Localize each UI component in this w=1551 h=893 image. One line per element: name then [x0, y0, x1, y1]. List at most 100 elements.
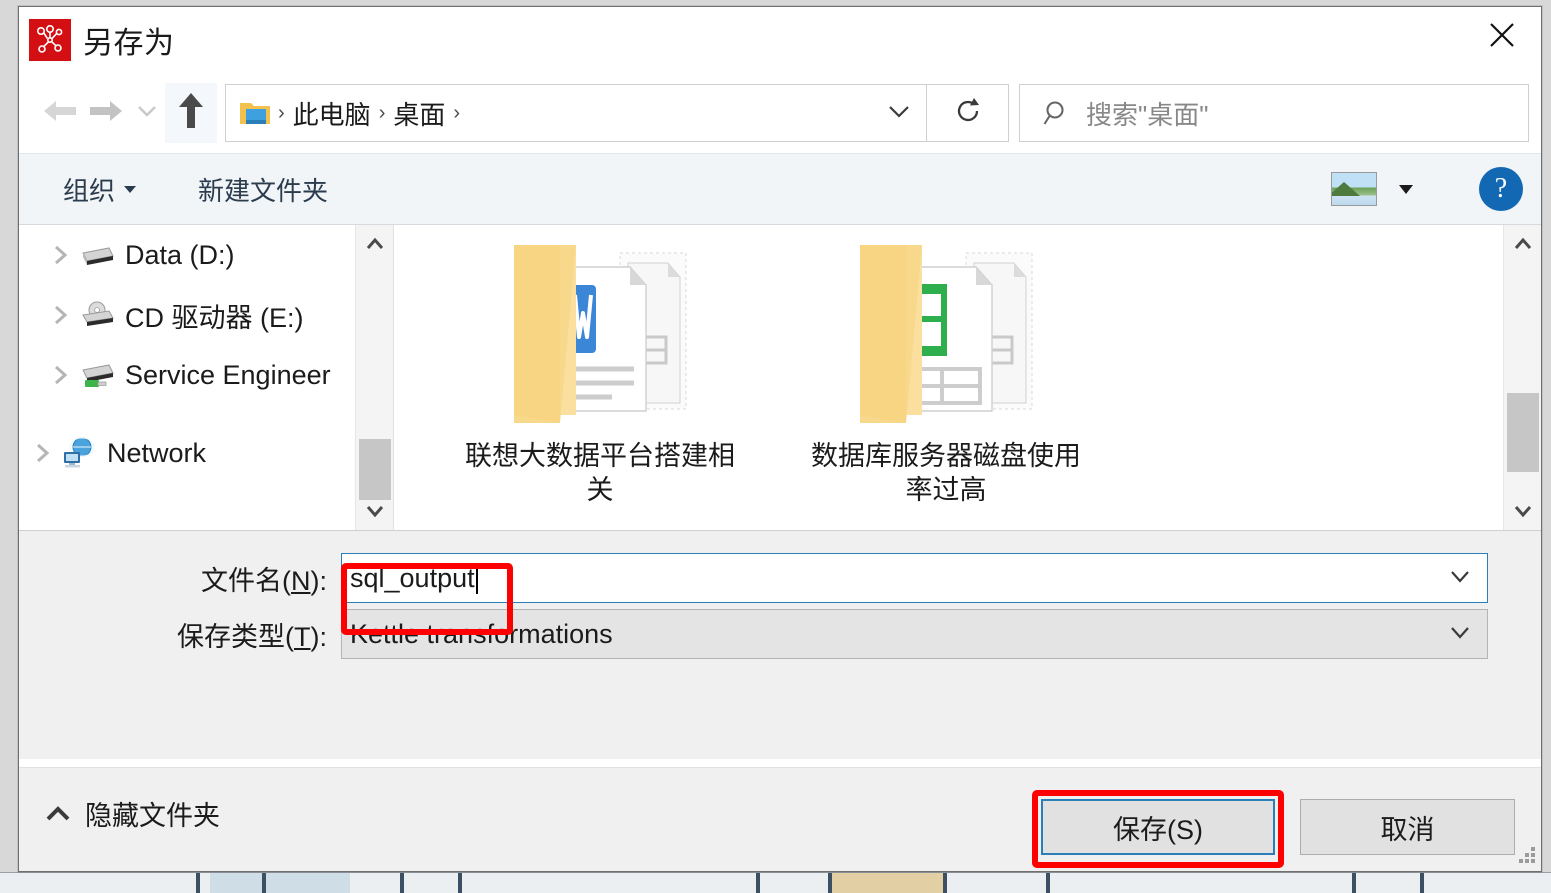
kettle-logo-icon [29, 19, 71, 61]
sidebar-item-label: Data (D:) [125, 239, 235, 270]
dialog-content: Data (D:) CD 驱动器 (E:) Service Engineer N… [19, 225, 1541, 531]
back-arrow-icon [40, 96, 80, 131]
recent-locations-button[interactable] [129, 90, 165, 136]
help-icon[interactable]: ? [1479, 167, 1523, 211]
bg-tick [828, 873, 832, 893]
bg-tick [196, 873, 200, 893]
filetype-value: Kettle transformations [350, 618, 613, 649]
list-item[interactable]: 数据库服务器磁盘使用率过高 [802, 233, 1090, 507]
close-button[interactable] [1463, 7, 1541, 63]
list-item[interactable]: 联想大数据平台搭建相关 [456, 233, 744, 507]
breadcrumb-item-desktop[interactable]: 桌面 [387, 95, 451, 132]
filetype-select[interactable]: Kettle transformations [341, 609, 1488, 659]
refresh-icon [952, 95, 984, 132]
up-arrow-icon [176, 90, 206, 137]
resize-grip-icon[interactable] [1517, 845, 1535, 863]
hard-drive-icon [75, 240, 121, 270]
breadcrumb-item-this-pc[interactable]: 此电脑 [287, 95, 377, 132]
scrollbar-thumb[interactable] [1507, 392, 1539, 473]
bg-tick [1046, 873, 1050, 893]
form-area: 文件名(N): sql_output 保存类型(T): Kettle trans… [19, 531, 1541, 759]
file-list-pane[interactable]: 联想大数据平台搭建相关 数据库服务器磁盘使用率过高 [394, 225, 1541, 530]
navigation-pane: Data (D:) CD 驱动器 (E:) Service Engineer N… [19, 225, 394, 530]
chevron-right-icon[interactable] [45, 303, 75, 327]
sidebar-item-label: CD 驱动器 (E:) [125, 302, 304, 333]
chevron-down-icon [135, 102, 159, 125]
cd-drive-icon [75, 299, 121, 331]
hide-folders-label: 隐藏文件夹 [85, 801, 220, 831]
dialog-titlebar: 另存为 [19, 7, 1541, 73]
chevron-right-icon[interactable] [45, 363, 75, 387]
bg-tick [1352, 873, 1356, 893]
filename-dropdown-button[interactable] [1433, 567, 1487, 590]
filename-value: sql_output [350, 562, 475, 593]
text-cursor [475, 562, 478, 594]
picture-view-icon[interactable] [1331, 172, 1377, 206]
search-placeholder: 搜索"桌面" [1086, 99, 1209, 130]
forward-button[interactable] [83, 90, 129, 136]
chevron-right-icon[interactable] [45, 243, 75, 267]
scroll-up-icon[interactable] [1504, 225, 1541, 263]
navigation-pane-scrollbar[interactable] [355, 225, 393, 530]
bg-pane [828, 873, 943, 893]
sidebar-item-network[interactable]: Network [19, 423, 393, 483]
scroll-up-icon[interactable] [356, 225, 393, 263]
back-button[interactable] [37, 90, 83, 136]
command-bar-right: ? [1331, 167, 1523, 211]
filename-input[interactable]: sql_output [341, 553, 1488, 603]
breadcrumb-separator: › [378, 101, 386, 124]
file-grid: 联想大数据平台搭建相关 数据库服务器磁盘使用率过高 [394, 225, 1541, 507]
organize-label: 组织 [63, 175, 116, 206]
new-folder-button[interactable]: 新建文件夹 [198, 171, 328, 208]
usb-drive-icon [75, 359, 121, 391]
file-list-scrollbar[interactable] [1503, 225, 1541, 530]
refresh-button[interactable] [927, 84, 1009, 142]
list-item-label: 联想大数据平台搭建相关 [465, 441, 735, 506]
sidebar-item-label: Service Engineer [125, 359, 331, 390]
scroll-down-icon[interactable] [1504, 492, 1541, 530]
address-bar[interactable]: › 此电脑 › 桌面 › [225, 84, 927, 142]
bg-tick [458, 873, 462, 893]
chevron-right-icon[interactable] [27, 441, 57, 465]
chevron-down-icon [886, 102, 912, 125]
sidebar-item-data-d[interactable]: Data (D:) [19, 225, 393, 285]
command-bar: 组织 新建文件夹 ? [19, 153, 1541, 225]
network-icon [57, 436, 103, 470]
scroll-down-icon[interactable] [356, 492, 393, 530]
folder-with-excel-doc-icon [846, 233, 1046, 439]
sidebar-item-cd-drive-e[interactable]: CD 驱动器 (E:) [19, 285, 393, 345]
desktop-folder-icon [238, 98, 272, 128]
dialog-title: 另存为 [83, 27, 175, 60]
cancel-button[interactable]: 取消 [1300, 799, 1515, 855]
filetype-label: 保存类型(T): [177, 621, 327, 652]
view-icon-hill [1332, 182, 1360, 196]
new-folder-label: 新建文件夹 [198, 175, 329, 206]
save-as-dialog: 另存为 › 此电脑 › 桌面 › 搜索"桌面" 组织 新建文件夹 ? Data … [18, 6, 1542, 872]
chevron-down-icon[interactable] [1399, 184, 1413, 194]
hide-folders-button[interactable]: 隐藏文件夹 [43, 794, 220, 833]
save-button[interactable]: 保存(S) [1041, 799, 1275, 855]
sidebar-item-service-engineer[interactable]: Service Engineer [19, 345, 393, 405]
save-button-label: 保存(S) [1113, 814, 1203, 845]
search-input[interactable]: 搜索"桌面" [1019, 84, 1529, 142]
background-app-strip [0, 872, 1551, 893]
address-dropdown-button[interactable] [872, 85, 926, 141]
bg-tick [1420, 873, 1424, 893]
up-one-level-button[interactable] [165, 83, 217, 143]
forward-arrow-icon [86, 96, 126, 131]
bg-tick [943, 873, 947, 893]
filetype-row: 保存类型(T): Kettle transformations [19, 609, 1541, 659]
filename-row: 文件名(N): sql_output [19, 553, 1541, 603]
chevron-down-icon [124, 185, 137, 193]
scrollbar-thumb[interactable] [359, 438, 391, 500]
organize-button[interactable]: 组织 [63, 171, 137, 208]
sidebar-item-label: Network [107, 437, 207, 468]
bg-pane [210, 873, 350, 893]
help-label: ? [1494, 173, 1508, 204]
bg-tick [400, 873, 404, 893]
filetype-dropdown-button[interactable] [1433, 623, 1487, 646]
close-icon [1485, 18, 1519, 52]
chevron-down-icon [1447, 623, 1473, 646]
breadcrumb-separator: › [278, 101, 285, 124]
breadcrumb-separator: › [453, 101, 461, 124]
